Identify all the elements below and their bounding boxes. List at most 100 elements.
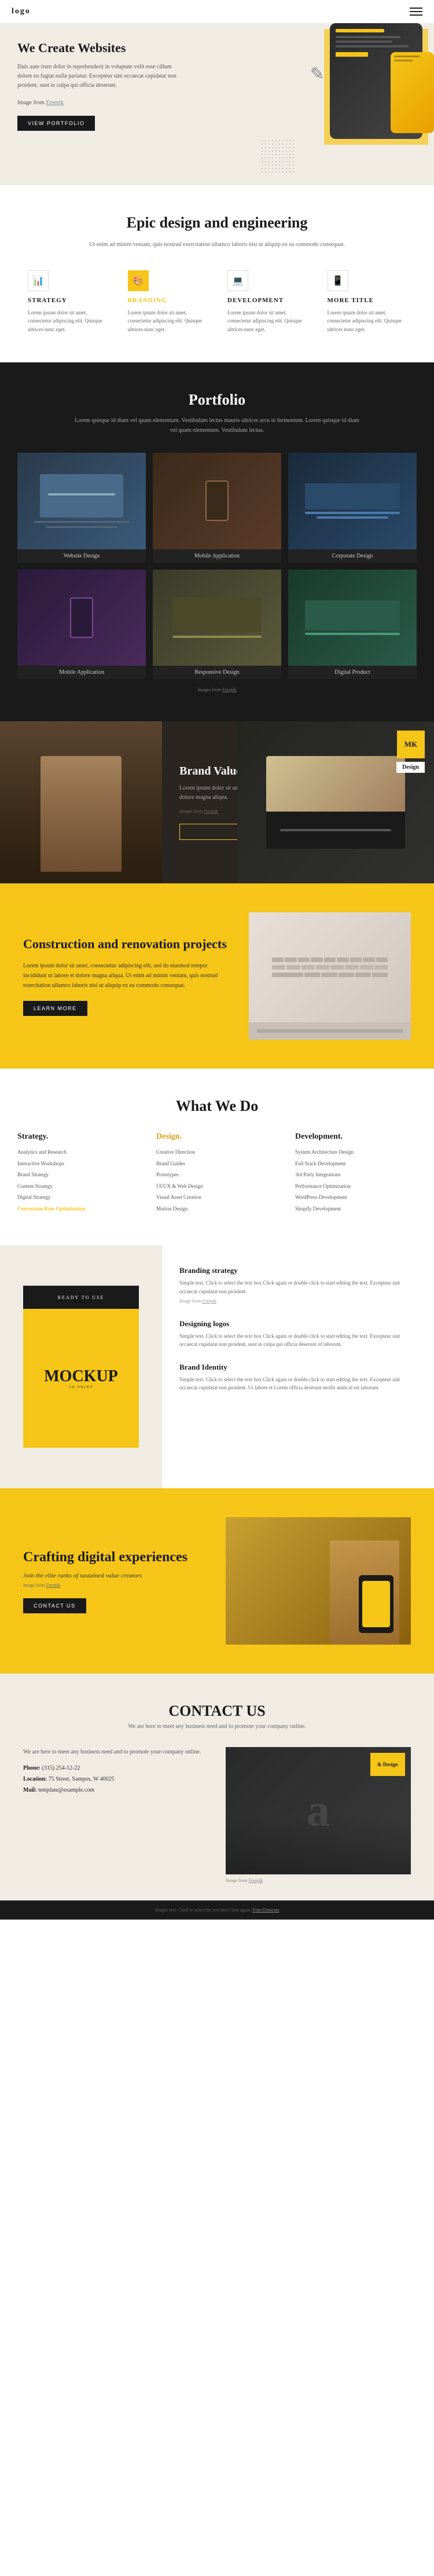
footer: Simple text. Click to select the text bo… [0, 1900, 434, 1920]
construction-image: // Generate keyboard keys inline [249, 912, 411, 1040]
portfolio-item-2[interactable]: Mobile Application [153, 453, 281, 563]
wwd-dev4: Performance Optimization [295, 1183, 417, 1191]
epic-design-title: Epic design and engineering [23, 214, 411, 232]
crafting-image [226, 1517, 411, 1645]
mockup-section: READY TO USE MOCKUP TO PRINT Branding st… [0, 1245, 434, 1488]
keyboard-img: // Generate keyboard keys inline [249, 912, 411, 1040]
branding-icon: 🎨 [128, 270, 149, 291]
portfolio-label-4: Mobile Application [17, 666, 146, 679]
strategy-icon: 📊 [28, 270, 49, 291]
development-title: DEVELOPMENT [227, 297, 307, 304]
more-title: MORE TITLE [328, 297, 407, 304]
hamburger-menu[interactable] [410, 8, 422, 16]
portfolio-item-4[interactable]: Mobile Application [17, 570, 146, 680]
wwd-design: Design. Creative Direction Brand Guides … [156, 1132, 278, 1216]
portfolio-label-2: Mobile Application [153, 549, 281, 563]
contact-phone: Phone: (315) 254-12-22 [23, 1765, 208, 1771]
portfolio-label-6: Digital Product [288, 666, 417, 679]
wwd-dev-heading: Development. [295, 1132, 417, 1142]
mockup-display: READY TO USE MOCKUP TO PRINT [23, 1286, 139, 1448]
portfolio-item-3[interactable]: Corporate Design [288, 453, 417, 563]
branding-item-1: Branding strategy Simple text. Click to … [179, 1266, 417, 1305]
hero-devices: ✏ [243, 23, 434, 179]
branding-credit-link-1[interactable]: Freepik [203, 1298, 216, 1304]
wwd-d5: Visual Asset Creation [156, 1194, 278, 1202]
branding-text: Lorem ipsum dolor sit amet, consectetur … [128, 309, 207, 333]
wwd-s5: Digital Strategy [17, 1194, 139, 1202]
branding-title-3: Brand Identity [179, 1363, 417, 1372]
portfolio-img-5 [153, 570, 281, 666]
wwd-s2: Interactive Workshops [17, 1160, 139, 1168]
features-grid: 📊 STRATEGY Lorem ipsum dolor sit amet, c… [23, 270, 411, 333]
branding-item-3: Brand Identity Simple text. Click to sel… [179, 1363, 417, 1392]
portfolio-credit-link[interactable]: Freepik [222, 687, 236, 692]
contact-credit: Image from Freepik [226, 1878, 411, 1883]
contact-grid: We are here to meet any business need an… [23, 1747, 411, 1883]
header: logo [0, 0, 434, 23]
branding-title: BRANDING [128, 297, 207, 304]
contact-badge-text: & Design [377, 1762, 398, 1767]
contact-image-area: a & Design Image from Freepik [226, 1747, 411, 1883]
contact-phone-value: (315) 254-12-22 [42, 1765, 80, 1771]
portfolio-item-1[interactable]: Website Design [17, 453, 146, 563]
footer-text: Simple text. Click to select the text bo… [17, 1907, 417, 1913]
portfolio-item-6[interactable]: Digital Product [288, 570, 417, 680]
branding-title-2: Designing logos [179, 1319, 417, 1329]
wwd-dev3: 3rd Party Integrations [295, 1171, 417, 1179]
construction-section: Construction and renovation projects Lor… [0, 883, 434, 1069]
wwd-grid: Strategy. Analytics and Research Interac… [17, 1132, 417, 1216]
portfolio-item-5[interactable]: Responsive Design [153, 570, 281, 680]
contact-section: CONTACT US We are here to meet any busin… [0, 1674, 434, 1900]
wwd-s1: Analytics and Research [17, 1148, 139, 1157]
brand-values-section: Brand Values Lorem ipsum dolor sit amet,… [0, 721, 434, 883]
branding-text-1: Simple text. Click to select the text bo… [179, 1279, 417, 1296]
footer-link[interactable]: Font Elements [252, 1907, 279, 1913]
branding-credit-1: Image from Freepik [179, 1298, 417, 1305]
bv-credit-link[interactable]: Freepik [204, 809, 218, 814]
portfolio-grid: Website Design Mobile Application Corpor… [17, 453, 417, 679]
contact-img-items: & Design [370, 1753, 405, 1776]
what-we-do-section: What We Do Strategy. Analytics and Resea… [0, 1069, 434, 1245]
mockup-left: READY TO USE MOCKUP TO PRINT [0, 1245, 162, 1488]
more-text: Lorem ipsum dolor sit amet, consectetur … [328, 309, 407, 333]
wwd-strategy: Strategy. Analytics and Research Interac… [17, 1132, 139, 1216]
mockup-label: READY TO USE [58, 1295, 105, 1300]
bv-person-img [0, 721, 162, 883]
hero-cta-button[interactable]: VIEW PORTFOLIO [17, 116, 95, 131]
wwd-dev6: Shopify Development [295, 1205, 417, 1213]
contact-credit-link[interactable]: Freepik [249, 1878, 263, 1883]
hero-description: Duis aute irure dolor in reprehenderit i… [17, 63, 179, 90]
bv-left-image [0, 721, 162, 883]
wwd-d1: Creative Direction [156, 1148, 278, 1157]
wwd-design-heading: Design. [156, 1132, 278, 1142]
phone-mockup [391, 52, 434, 133]
logo: logo [12, 7, 31, 16]
crafting-section: Crafting digital experiences Join the el… [0, 1488, 434, 1674]
epic-design-subtitle: Ut enim ad minim veniam, quis nostrud ex… [67, 240, 367, 249]
contact-badge-yellow: & Design [370, 1753, 405, 1776]
hero-credit-link[interactable]: Freepik [46, 100, 64, 106]
portfolio-img-4 [17, 570, 146, 666]
contact-intro: We are here to meet any business need an… [23, 1747, 208, 1757]
wwd-s3: Brand Strategy [17, 1171, 139, 1179]
feature-more: 📱 MORE TITLE Lorem ipsum dolor sit amet,… [323, 270, 411, 333]
wwd-d3: Prototypes [156, 1171, 278, 1179]
feature-development: 💻 DEVELOPMENT Lorem ipsum dolor sit amet… [223, 270, 311, 333]
epic-design-section: Epic design and engineering Ut enim ad m… [0, 185, 434, 362]
crafting-img [226, 1517, 411, 1645]
construction-cta-button[interactable]: LEARN MORE [23, 1001, 87, 1016]
contact-mail-value[interactable]: template@example.com [38, 1787, 94, 1793]
crafting-credit: Image from Freepik [23, 1583, 208, 1588]
wwd-development: Development. System Architecture Design … [295, 1132, 417, 1216]
crafting-cta-button[interactable]: CONTACT US [23, 1598, 86, 1613]
contact-mail: Mail: template@example.com [23, 1787, 208, 1793]
mockup-big-text: MOCKUP [44, 1367, 118, 1386]
construction-desc: Lorem ipsum dolor sit amet, consectetur … [23, 961, 231, 990]
crafting-credit-link[interactable]: Freepik [46, 1583, 60, 1588]
contact-info: We are here to meet any business need an… [23, 1747, 208, 1798]
portfolio-label-3: Corporate Design [288, 549, 417, 563]
wwd-d6: Motion Design [156, 1205, 278, 1213]
wwd-strategy-heading: Strategy. [17, 1132, 139, 1142]
crafting-content: Crafting digital experiences Join the el… [23, 1548, 208, 1613]
mockup-to-print: TO PRINT [69, 1386, 94, 1389]
